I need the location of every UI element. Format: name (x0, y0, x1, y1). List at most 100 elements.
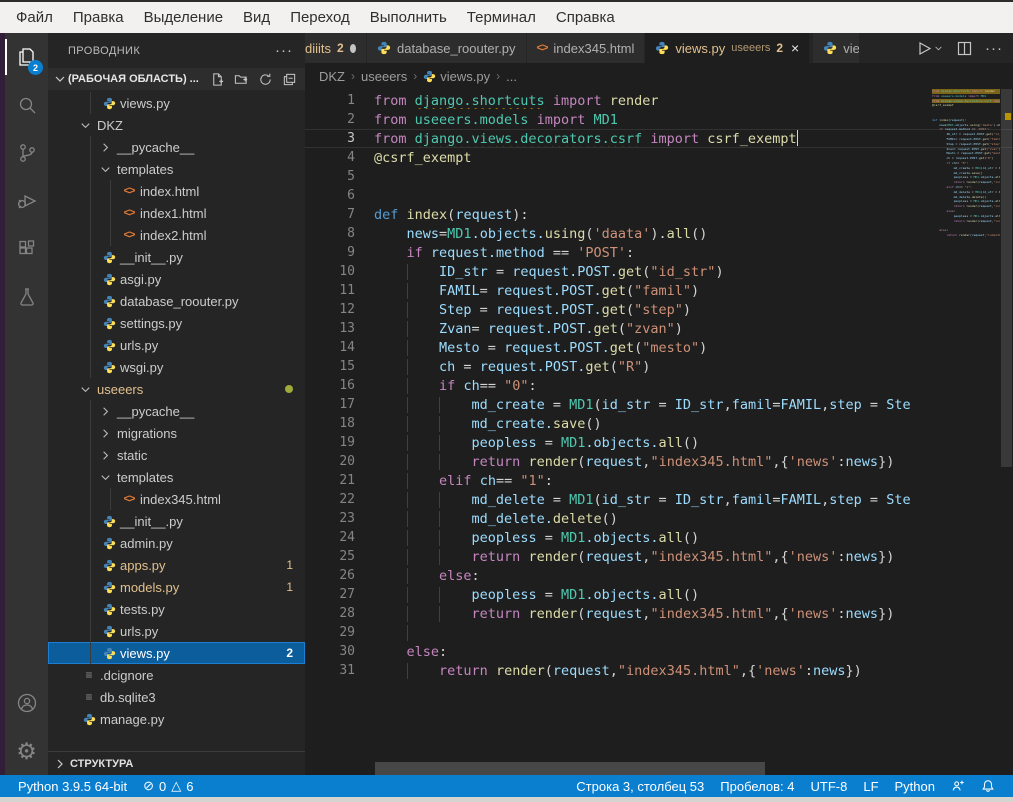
line-number[interactable]: 6 (305, 188, 374, 203)
tree-item-dkz[interactable]: DKZ (48, 114, 305, 136)
line-number[interactable]: 7 (305, 207, 374, 222)
line-number[interactable]: 14 (305, 340, 374, 355)
line-number[interactable]: 5 (305, 169, 374, 184)
status-encoding[interactable]: UTF-8 (803, 779, 856, 794)
status-eol[interactable]: LF (855, 779, 886, 794)
breadcrumb-item-useeers[interactable]: useeers (361, 69, 407, 84)
line-number[interactable]: 13 (305, 321, 374, 336)
tree-item-index2-html[interactable]: <>index2.html (48, 224, 305, 246)
breadcrumb-item-views-py[interactable]: views.py (423, 69, 490, 84)
breadcrumb-item-dkz[interactable]: DKZ (319, 69, 345, 84)
line-number[interactable]: 12 (305, 302, 374, 317)
code-line-27[interactable]: 27 peopless = MD1.objects.all() (305, 585, 1013, 604)
line-number[interactable]: 4 (305, 150, 374, 165)
code-line-25[interactable]: 25 return render(request,"index345.html"… (305, 547, 1013, 566)
sidebar-more-actions-icon[interactable]: ··· (275, 42, 293, 59)
line-number[interactable]: 10 (305, 264, 374, 279)
tree-item-settings-py[interactable]: settings.py (48, 312, 305, 334)
line-number[interactable]: 27 (305, 587, 374, 602)
collapse-folders-icon[interactable] (282, 72, 297, 87)
code-line-21[interactable]: 21 elif ch== "1": (305, 471, 1013, 490)
code-line-7[interactable]: 7def index(request): (305, 205, 1013, 224)
notifications-bell-icon[interactable] (973, 779, 1003, 793)
line-number[interactable]: 1 (305, 93, 374, 108)
tree-item-useeers[interactable]: useeers (48, 378, 305, 400)
tree-item-index-html[interactable]: <>index.html (48, 180, 305, 202)
new-folder-icon[interactable] (234, 72, 249, 87)
line-number[interactable]: 3 (305, 131, 374, 146)
extensions-icon[interactable] (5, 225, 48, 273)
tree-item-dcignore[interactable]: ≡.dcignore (48, 664, 305, 686)
code-line-19[interactable]: 19 peopless = MD1.objects.all() (305, 433, 1013, 452)
tree-item-tests-py[interactable]: tests.py (48, 598, 305, 620)
status-python-version[interactable]: Python 3.9.5 64-bit (10, 775, 135, 797)
code-line-18[interactable]: 18 md_create.save() (305, 414, 1013, 433)
workspace-section-header[interactable]: (РАБОЧАЯ ОБЛАСТЬ) ... (48, 68, 305, 90)
code-line-5[interactable]: 5 (305, 167, 1013, 186)
line-number[interactable]: 26 (305, 568, 374, 583)
code-line-29[interactable]: 29 (305, 623, 1013, 642)
source-control-icon[interactable] (5, 129, 48, 177)
menu-item-выделение[interactable]: Выделение (134, 2, 233, 33)
code-line-15[interactable]: 15 ch = request.POST.get("R") (305, 357, 1013, 376)
feedback-icon[interactable] (943, 779, 973, 793)
code-line-10[interactable]: 10 ID_str = request.POST.get("id_str") (305, 262, 1013, 281)
breadcrumb[interactable]: DKZ›useeers›views.py›... (305, 63, 1013, 89)
tree-item-index345-html[interactable]: <>index345.html (48, 488, 305, 510)
tab-database-roouter-py[interactable]: database_roouter.py (367, 33, 527, 63)
tab-vie[interactable]: vie (813, 33, 859, 63)
code-line-9[interactable]: 9 if request.method == 'POST': (305, 243, 1013, 262)
settings-gear-icon[interactable]: ⚙ (5, 727, 48, 775)
tree-item-admin-py[interactable]: admin.py (48, 532, 305, 554)
code-line-20[interactable]: 20 return render(request,"index345.html"… (305, 452, 1013, 471)
run-debug-icon[interactable] (5, 177, 48, 225)
line-number[interactable]: 9 (305, 245, 374, 260)
refresh-icon[interactable] (258, 72, 273, 87)
tree-item-init-py[interactable]: __init__.py (48, 246, 305, 268)
code-line-12[interactable]: 12 Step = request.POST.get("step") (305, 300, 1013, 319)
account-icon[interactable] (5, 679, 48, 727)
tree-item-pycache[interactable]: __pycache__ (48, 136, 305, 158)
tree-item-urls-py[interactable]: urls.py (48, 620, 305, 642)
line-number[interactable]: 2 (305, 112, 374, 127)
code-line-13[interactable]: 13 Zvan= request.POST.get("zvan") (305, 319, 1013, 338)
explorer-icon[interactable]: 2 (5, 33, 48, 81)
menu-item-выполнить[interactable]: Выполнить (360, 2, 457, 33)
horizontal-scrollbar[interactable] (375, 762, 765, 775)
tree-item-static[interactable]: static (48, 444, 305, 466)
tree-item-templates[interactable]: templates (48, 466, 305, 488)
tree-item-init-py[interactable]: __init__.py (48, 510, 305, 532)
line-number[interactable]: 31 (305, 663, 374, 678)
line-number[interactable]: 18 (305, 416, 374, 431)
code-line-6[interactable]: 6 (305, 186, 1013, 205)
code-line-16[interactable]: 16 if ch== "0": (305, 376, 1013, 395)
tree-item-templates[interactable]: templates (48, 158, 305, 180)
code-line-11[interactable]: 11 FAMIL= request.POST.get("famil") (305, 281, 1013, 300)
line-number[interactable]: 25 (305, 549, 374, 564)
line-number[interactable]: 19 (305, 435, 374, 450)
line-number[interactable]: 22 (305, 492, 374, 507)
testing-icon[interactable] (5, 273, 48, 321)
menu-item-правка[interactable]: Правка (63, 2, 134, 33)
breadcrumb-item-[interactable]: ... (506, 69, 517, 84)
line-number[interactable]: 16 (305, 378, 374, 393)
tree-item-migrations[interactable]: migrations (48, 422, 305, 444)
tree-item-asgi-py[interactable]: asgi.py (48, 268, 305, 290)
menu-item-переход[interactable]: Переход (280, 2, 360, 33)
status-language[interactable]: Python (887, 779, 943, 794)
menu-item-справка[interactable]: Справка (546, 2, 625, 33)
close-icon[interactable]: × (791, 40, 799, 56)
code-line-22[interactable]: 22 md_delete = MD1(id_str = ID_str,famil… (305, 490, 1013, 509)
tree-item-db-sqlite3[interactable]: ≡db.sqlite3 (48, 686, 305, 708)
tree-item-apps-py[interactable]: apps.py1 (48, 554, 305, 576)
vertical-scrollbar[interactable] (1000, 89, 1013, 775)
code-line-24[interactable]: 24 peopless = MD1.objects.all() (305, 528, 1013, 547)
code-lines[interactable]: 1from django.shortcuts import render2fro… (305, 91, 1013, 680)
line-number[interactable]: 17 (305, 397, 374, 412)
scrollbar-handle[interactable] (1001, 89, 1012, 467)
run-python-file-button[interactable] (916, 40, 944, 57)
line-number[interactable]: 24 (305, 530, 374, 545)
menu-item-файл[interactable]: Файл (6, 2, 63, 33)
dirty-indicator[interactable] (350, 44, 356, 53)
search-icon[interactable] (5, 81, 48, 129)
